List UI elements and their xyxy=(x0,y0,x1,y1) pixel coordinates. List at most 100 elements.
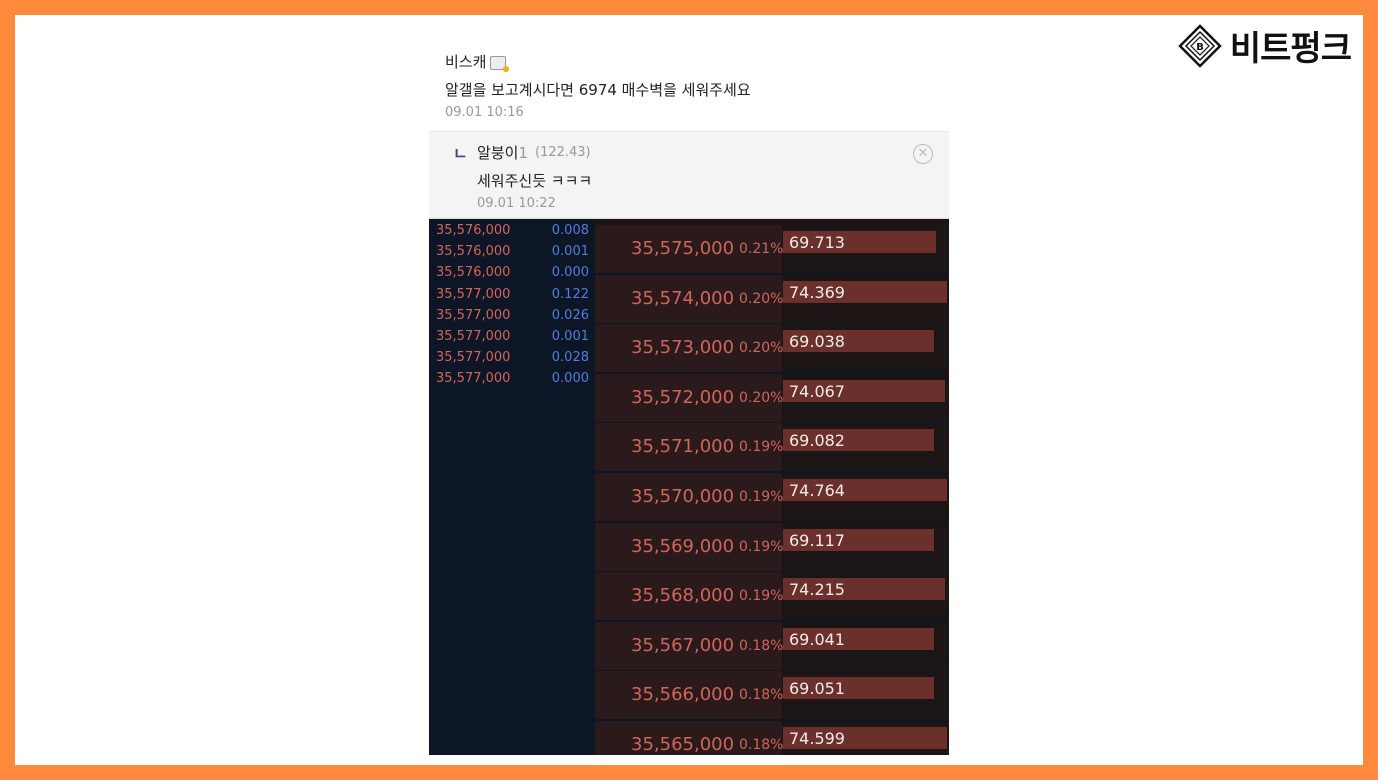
orderbook-quantity-cell: 74.599 xyxy=(783,721,949,755)
orderbook-price-cell[interactable]: 35,575,000 0.21% xyxy=(595,225,784,273)
trade-quantity: 0.000 xyxy=(551,371,589,387)
orderbook-quantity-cell: 69.041 xyxy=(783,621,949,670)
orderbook-row[interactable]: 35,567,000 0.18% 69.041 xyxy=(595,621,949,672)
orderbook-price: 35,567,000 xyxy=(631,634,735,656)
orderbook-change-percent: 0.20% xyxy=(739,290,784,307)
orderbook-price-cell[interactable]: 35,568,000 0.19% xyxy=(595,572,783,621)
comment-text: 알갤을 보고계시다면 6974 매수벽을 세워주세요 xyxy=(445,81,751,99)
orderbook-quantity-cell: 69.117 xyxy=(783,522,949,571)
trade-row: 35,576,000 0.000 xyxy=(429,263,595,284)
trade-price: 35,577,000 xyxy=(436,371,511,387)
trade-quantity: 0.122 xyxy=(551,286,589,302)
orderbook-quantity-cell: 74.369 xyxy=(783,274,949,323)
orderbook-price: 35,571,000 xyxy=(631,436,735,458)
comment-author[interactable]: 비스캐 xyxy=(445,51,510,72)
trade-quantity: 0.008 xyxy=(551,223,589,238)
orderbook-row[interactable]: 35,569,000 0.19% 69.117 xyxy=(595,522,949,573)
reply-text: 세워주신듯 ㅋㅋㅋ xyxy=(477,172,593,190)
orderbook-row[interactable]: 35,566,000 0.18% 69.051 xyxy=(595,671,949,722)
orderbook-row[interactable]: 35,570,000 0.19% 74.764 xyxy=(595,473,949,523)
orderbook-change-percent: 0.21% xyxy=(739,241,784,257)
orderbook-price-cell[interactable]: 35,572,000 0.20% xyxy=(595,373,784,422)
orderbook-change-percent: 0.20% xyxy=(739,389,784,406)
orderbook-price-cell[interactable]: 35,571,000 0.19% xyxy=(595,423,784,472)
orderbook-quantity: 69.082 xyxy=(789,431,845,451)
orderbook-price: 35,565,000 xyxy=(631,734,735,755)
comment-time: 09.01 10:16 xyxy=(445,105,524,120)
orderbook-price: 35,575,000 xyxy=(631,238,735,259)
reply-arrow-icon: ㄴ xyxy=(453,144,468,163)
trade-price: 35,577,000 xyxy=(436,329,511,344)
trade-price: 35,577,000 xyxy=(436,286,511,302)
orderbook-row[interactable]: 35,568,000 0.19% 74.215 xyxy=(595,572,949,623)
orderbook-row[interactable]: 35,571,000 0.19% 69.082 xyxy=(595,423,949,474)
orderbook-quantity-cell: 69.038 xyxy=(783,324,949,373)
reply-author[interactable]: 알붕이1 xyxy=(477,142,528,163)
comment-section: 비스캐 알갤을 보고계시다면 6974 매수벽을 세워주세요 09.01 10:… xyxy=(429,25,949,219)
orderbook-row[interactable]: 35,575,000 0.21% 69.713 xyxy=(595,225,949,275)
orderbook-quantity: 69.051 xyxy=(789,679,845,699)
orderbook-quantity-cell: 74.067 xyxy=(783,373,949,422)
brand-logo: B 비트펑크 xyxy=(1178,21,1352,70)
orderbook-row[interactable]: 35,572,000 0.20% 74.067 xyxy=(595,373,949,424)
user-badge-icon xyxy=(490,55,510,72)
orderbook-quantity: 69.117 xyxy=(789,530,845,550)
trade-price: 35,577,000 xyxy=(436,307,511,323)
trade-row: 35,577,000 0.001 xyxy=(429,327,595,348)
comment-item: 비스캐 알갤을 보고계시다면 6974 매수벽을 세워주세요 09.01 10:… xyxy=(429,41,949,131)
trade-quantity: 0.001 xyxy=(551,329,589,344)
orderbook-quantity: 74.067 xyxy=(789,381,845,401)
orderbook-price-cell[interactable]: 35,565,000 0.18% xyxy=(595,721,784,755)
orderbook-price: 35,572,000 xyxy=(631,386,735,408)
reply-time: 09.01 10:22 xyxy=(477,196,556,211)
brand-name: 비트펑크 xyxy=(1229,29,1352,69)
orderbook-quantity: 74.215 xyxy=(789,580,845,600)
orderbook-row[interactable]: 35,573,000 0.20% 69.038 xyxy=(595,324,949,375)
orderbook-quantity-cell: 74.215 xyxy=(783,572,949,621)
orderbook-price: 35,566,000 xyxy=(631,684,735,706)
orderbook-change-percent: 0.19% xyxy=(739,538,784,555)
trade-row: 35,576,000 0.001 xyxy=(429,242,595,263)
orderbook-price: 35,568,000 xyxy=(631,585,735,607)
trade-row: 35,577,000 0.000 xyxy=(429,369,595,390)
brand-diamond-icon: B xyxy=(1178,23,1222,68)
trade-price: 35,576,000 xyxy=(436,265,511,281)
orderbook-quantity-cell: 74.764 xyxy=(783,473,949,521)
orderbook-quantity-cell: 69.713 xyxy=(783,225,949,273)
orderbook-change-percent: 0.18% xyxy=(739,637,784,654)
orderbook-change-percent: 0.18% xyxy=(739,687,784,704)
orderbook-quantity: 69.038 xyxy=(789,332,845,352)
svg-text:B: B xyxy=(1196,42,1204,53)
trade-price: 35,577,000 xyxy=(436,350,511,366)
orderbook-price-cell[interactable]: 35,569,000 0.19% xyxy=(595,522,784,571)
trade-price: 35,576,000 xyxy=(436,223,511,238)
orderbook-price-cell[interactable]: 35,570,000 0.19% xyxy=(595,473,783,521)
trade-quantity: 0.028 xyxy=(551,350,589,366)
trade-row: 35,576,000 0.008 xyxy=(429,221,595,242)
close-circle-icon[interactable]: ✕ xyxy=(913,144,933,164)
orderbook-quantity-cell: 69.082 xyxy=(783,423,949,472)
orderbook-price-cell[interactable]: 35,573,000 0.20% xyxy=(595,324,783,373)
orderbook-quantity: 74.369 xyxy=(789,282,845,302)
orderbook-quantity: 69.713 xyxy=(789,233,845,252)
exchange-screenshot: 비스캐 알갤을 보고계시다면 6974 매수벽을 세워주세요 09.01 10:… xyxy=(429,25,949,755)
truncated-previous-comment xyxy=(429,25,949,42)
trade-quantity: 0.026 xyxy=(551,307,589,323)
orderbook-price-cell[interactable]: 35,567,000 0.18% xyxy=(595,621,784,670)
trade-row: 35,577,000 0.026 xyxy=(429,306,595,327)
trade-row: 35,577,000 0.122 xyxy=(429,285,595,306)
orderbook-price-cell[interactable]: 35,574,000 0.20% xyxy=(595,274,784,323)
orderbook-change-percent: 0.18% xyxy=(739,737,784,753)
orderbook-row[interactable]: 35,574,000 0.20% 74.369 xyxy=(595,274,949,325)
orderbook-row[interactable]: 35,565,000 0.18% 74.599 xyxy=(595,721,949,755)
orderbook-quantity: 74.764 xyxy=(789,481,845,500)
trade-quantity: 0.001 xyxy=(551,244,589,260)
orderbook-quantity: 74.599 xyxy=(789,729,845,748)
orderbook-price-cell[interactable]: 35,566,000 0.18% xyxy=(595,671,784,720)
orderbook-change-percent: 0.19% xyxy=(739,439,784,456)
reply-item: ㄴ 알붕이1 (122.43) 세워주신듯 ㅋㅋㅋ 09.01 10:22 ✕ xyxy=(429,131,949,218)
orderbook-price: 35,569,000 xyxy=(631,535,735,557)
orderbook-quantity: 69.041 xyxy=(789,629,845,649)
trade-price: 35,576,000 xyxy=(436,244,511,260)
trade-row: 35,577,000 0.028 xyxy=(429,348,595,369)
